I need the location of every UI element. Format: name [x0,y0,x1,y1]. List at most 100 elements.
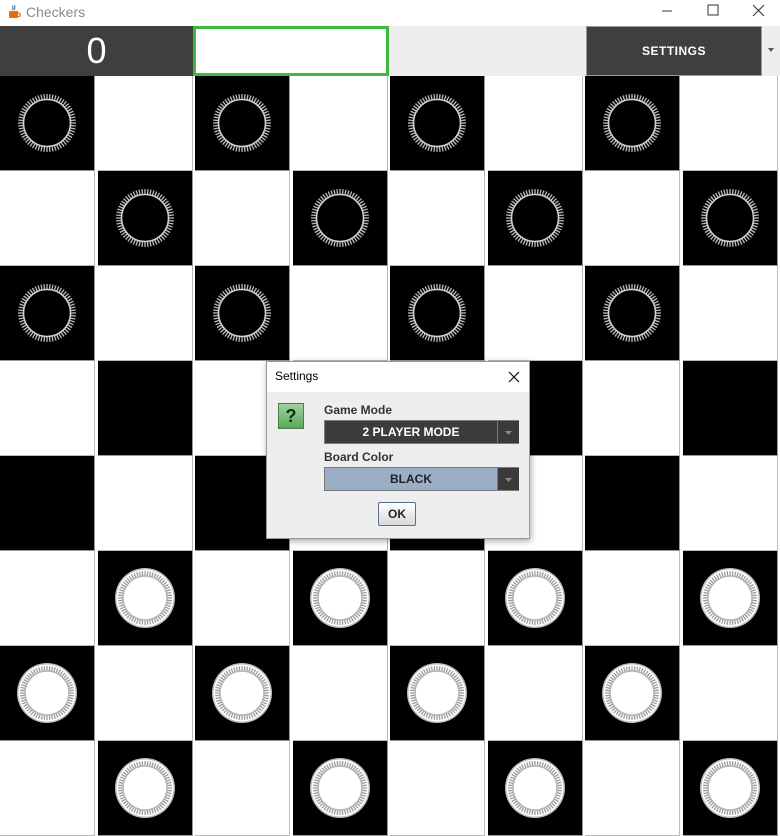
board-square[interactable] [97,266,193,361]
dark-checker-piece[interactable] [601,92,663,154]
light-checker-piece[interactable] [114,567,176,629]
dark-checker-piece[interactable] [406,92,468,154]
maximize-icon[interactable] [690,0,736,22]
board-square[interactable] [390,171,485,266]
dark-checker-piece[interactable] [211,282,273,344]
board-square[interactable] [0,456,95,551]
board-square[interactable] [487,646,583,741]
board-square[interactable] [292,741,388,836]
board-square[interactable] [97,361,193,456]
board-square[interactable] [97,456,193,551]
board-square[interactable] [0,266,95,361]
board-square[interactable] [585,646,680,741]
minimize-icon[interactable] [644,0,690,22]
light-checker-piece[interactable] [699,757,761,819]
board-square[interactable] [682,741,778,836]
board-square[interactable] [585,171,680,266]
game-mode-label: Game Mode [324,403,393,417]
board-square[interactable] [487,266,583,361]
top-toolbar: 0 SETTINGS [0,26,780,76]
dark-checker-piece[interactable] [114,187,176,249]
light-checker-piece[interactable] [211,662,273,724]
board-square[interactable] [195,551,290,646]
light-checker-piece[interactable] [114,757,176,819]
game-mode-value: 2 PLAYER MODE [362,425,460,439]
board-square[interactable] [390,646,485,741]
dark-checker-piece[interactable] [309,187,371,249]
window-titlebar: Checkers [0,0,780,26]
board-square[interactable] [97,646,193,741]
board-square[interactable] [682,361,778,456]
board-square[interactable] [487,551,583,646]
board-square[interactable] [585,551,680,646]
board-square[interactable] [97,551,193,646]
board-square[interactable] [195,741,290,836]
board-square[interactable] [390,76,485,171]
light-checker-piece[interactable] [309,567,371,629]
light-checker-piece[interactable] [504,567,566,629]
board-square[interactable] [682,266,778,361]
settings-button[interactable]: SETTINGS [586,26,762,76]
light-checker-piece[interactable] [504,757,566,819]
close-icon[interactable] [736,0,780,22]
board-square[interactable] [292,266,388,361]
dark-checker-piece[interactable] [699,187,761,249]
dark-checker-piece[interactable] [406,282,468,344]
chevron-down-icon[interactable] [497,468,519,490]
board-square[interactable] [195,646,290,741]
board-square[interactable] [585,266,680,361]
board-square[interactable] [195,171,290,266]
light-checker-piece[interactable] [699,567,761,629]
board-square[interactable] [585,741,680,836]
dialog-title: Settings [275,369,319,383]
board-square[interactable] [585,361,680,456]
question-icon: ? [278,403,304,429]
light-checker-piece[interactable] [406,662,468,724]
board-color-select[interactable]: BLACK [324,467,519,491]
window-title: Checkers [26,4,86,20]
board-square[interactable] [682,76,778,171]
chevron-down-icon[interactable] [497,421,519,443]
board-square[interactable] [487,741,583,836]
game-mode-select[interactable]: 2 PLAYER MODE [324,420,519,444]
close-icon[interactable] [503,366,525,388]
ok-button[interactable]: OK [378,502,416,526]
board-square[interactable] [97,171,193,266]
board-color-label: Board Color [324,450,394,464]
board-square[interactable] [0,76,95,171]
board-square[interactable] [195,266,290,361]
board-square[interactable] [0,361,95,456]
board-square[interactable] [390,266,485,361]
board-square[interactable] [0,646,95,741]
dark-checker-piece[interactable] [16,282,78,344]
board-square[interactable] [390,551,485,646]
board-square[interactable] [97,741,193,836]
board-square[interactable] [0,171,95,266]
board-square[interactable] [97,76,193,171]
board-square[interactable] [0,551,95,646]
board-square[interactable] [682,551,778,646]
light-checker-piece[interactable] [601,662,663,724]
board-square[interactable] [682,171,778,266]
board-square[interactable] [0,741,95,836]
light-checker-piece[interactable] [16,662,78,724]
board-square[interactable] [487,171,583,266]
dark-checker-piece[interactable] [601,282,663,344]
dark-checker-piece[interactable] [504,187,566,249]
board-square[interactable] [195,76,290,171]
player-name-field[interactable] [193,26,389,76]
board-square[interactable] [292,551,388,646]
board-square[interactable] [390,741,485,836]
board-square[interactable] [292,646,388,741]
board-square[interactable] [585,76,680,171]
board-square[interactable] [682,646,778,741]
board-square[interactable] [585,456,680,551]
chevron-down-icon[interactable] [762,26,780,76]
dark-checker-piece[interactable] [211,92,273,154]
board-square[interactable] [682,456,778,551]
board-square[interactable] [292,76,388,171]
light-checker-piece[interactable] [309,757,371,819]
board-square[interactable] [292,171,388,266]
dark-checker-piece[interactable] [16,92,78,154]
board-square[interactable] [487,76,583,171]
